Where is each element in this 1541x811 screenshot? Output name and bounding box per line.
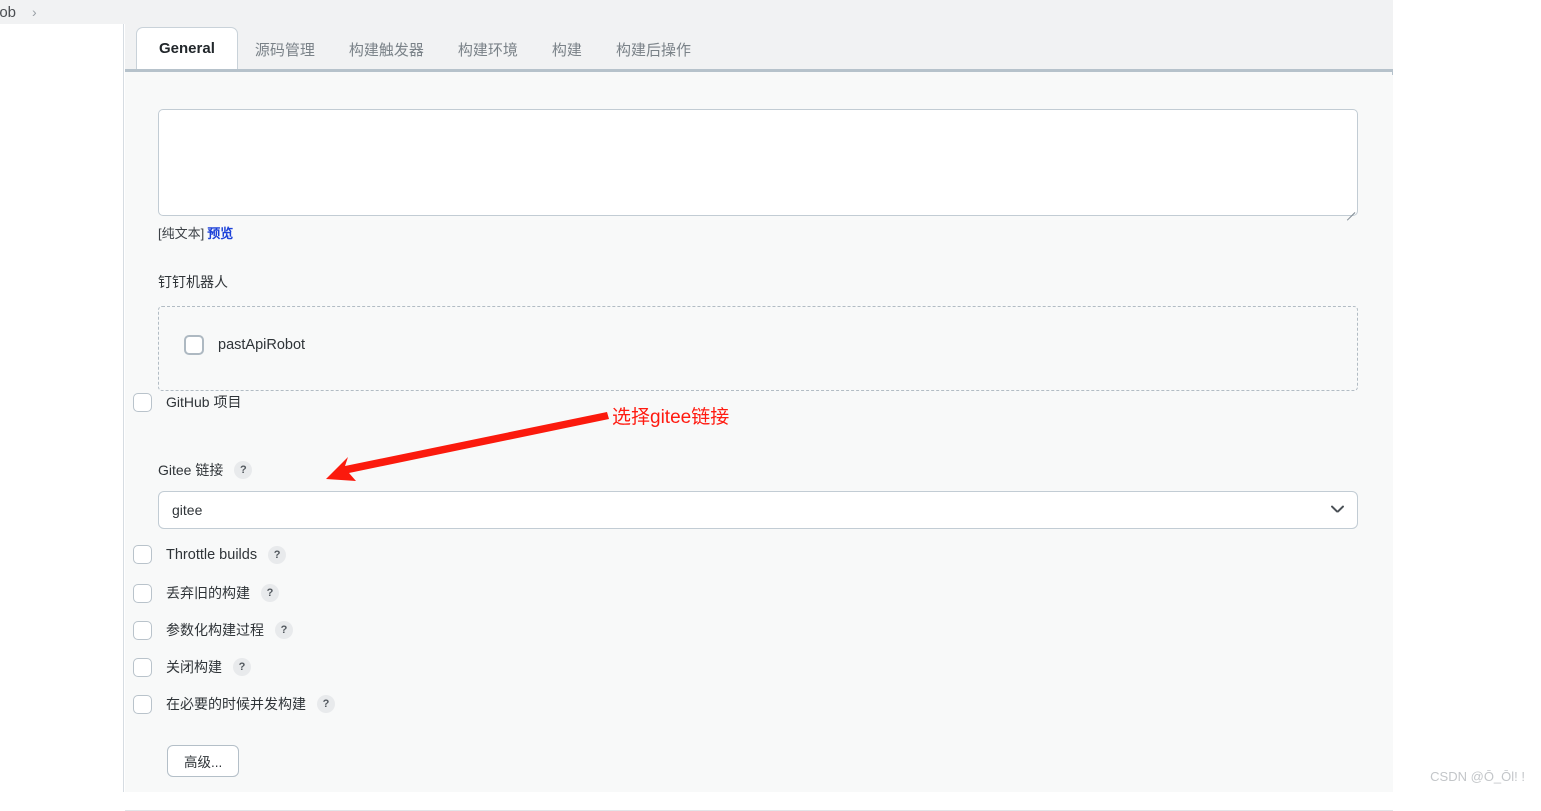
- discard-old-builds-label: 丢弃旧的构建: [166, 585, 250, 601]
- right-gutter: [1394, 0, 1541, 792]
- throttle-builds-label: Throttle builds: [166, 546, 258, 563]
- csdn-watermark: CSDN @Ō_Ōl! !: [1430, 769, 1525, 784]
- parameterized-build-label: 参数化构建过程: [166, 622, 264, 638]
- option-row-discard-old-builds[interactable]: 丢弃旧的构建 ?: [133, 583, 279, 603]
- left-sidebar-rail: [0, 24, 124, 792]
- github-project-row[interactable]: GitHub 项目: [133, 392, 241, 412]
- description-format-row: [纯文本] 预览: [158, 223, 233, 242]
- pastapirobot-checkbox[interactable]: [184, 335, 204, 355]
- plaintext-format-label: [纯文本]: [158, 226, 205, 241]
- discard-old-builds-help-icon[interactable]: ?: [261, 584, 279, 602]
- concurrent-builds-checkbox[interactable]: [133, 694, 152, 714]
- throttle-builds-help-icon[interactable]: ?: [268, 545, 287, 564]
- option-row-throttle-builds[interactable]: Throttle builds ?: [133, 545, 287, 564]
- dingtalk-section-label: 钉钉机器人: [158, 274, 228, 290]
- breadcrumb-separator-icon: ›: [32, 4, 37, 20]
- gitee-help-icon[interactable]: ?: [234, 461, 253, 479]
- gitee-link-label-row: Gitee 链接 ?: [158, 460, 253, 480]
- advanced-button[interactable]: 高级...: [167, 745, 240, 777]
- tab-build[interactable]: 构建: [535, 33, 599, 69]
- parameterized-build-help-icon[interactable]: ?: [275, 621, 293, 639]
- pastapirobot-label: pastApiRobot: [218, 337, 306, 353]
- option-row-concurrent-builds[interactable]: 在必要的时候并发构建 ?: [133, 694, 335, 714]
- github-project-label: GitHub 项目: [166, 394, 242, 410]
- gitee-link-selected-value: gitee: [172, 502, 203, 518]
- parameterized-build-checkbox[interactable]: [133, 620, 152, 640]
- tab-general[interactable]: General: [136, 27, 238, 69]
- config-tab-bar: General 源码管理 构建触发器 构建环境 构建 构建后操作: [125, 24, 1393, 72]
- job-config-panel: General 源码管理 构建触发器 构建环境 构建 构建后操作 [纯文本] 预览…: [125, 24, 1393, 811]
- gitee-link-label: Gitee 链接: [158, 462, 224, 478]
- option-row-parameterized-build[interactable]: 参数化构建过程 ?: [133, 620, 293, 640]
- concurrent-builds-label: 在必要的时候并发构建: [166, 696, 306, 712]
- tab-post-build-actions[interactable]: 构建后操作: [599, 33, 708, 69]
- disable-build-help-icon[interactable]: ?: [233, 658, 251, 676]
- gitee-link-select-wrap: gitee: [158, 491, 1358, 529]
- tab-build-triggers[interactable]: 构建触发器: [332, 33, 441, 69]
- option-row-disable-build[interactable]: 关闭构建 ?: [133, 657, 251, 677]
- breadcrumb-item-job[interactable]: lob: [0, 4, 16, 21]
- robot-checkbox-row[interactable]: pastApiRobot: [184, 335, 305, 355]
- tab-source-management[interactable]: 源码管理: [238, 33, 332, 69]
- description-textarea[interactable]: [158, 109, 1358, 216]
- dingtalk-robot-box: pastApiRobot: [158, 306, 1358, 391]
- throttle-builds-checkbox[interactable]: [133, 545, 152, 564]
- preview-link[interactable]: 预览: [207, 226, 233, 241]
- gitee-link-select[interactable]: gitee: [158, 491, 1358, 529]
- concurrent-builds-help-icon[interactable]: ?: [317, 695, 335, 713]
- general-form-body: [纯文本] 预览 钉钉机器人 pastApiRobot GitHub 项目 Git…: [125, 75, 1393, 811]
- discard-old-builds-checkbox[interactable]: [133, 583, 152, 603]
- github-project-checkbox[interactable]: [133, 392, 152, 412]
- breadcrumb: lob ›: [0, 0, 1393, 24]
- disable-build-checkbox[interactable]: [133, 657, 152, 677]
- disable-build-label: 关闭构建: [166, 659, 222, 675]
- tab-build-environment[interactable]: 构建环境: [441, 33, 535, 69]
